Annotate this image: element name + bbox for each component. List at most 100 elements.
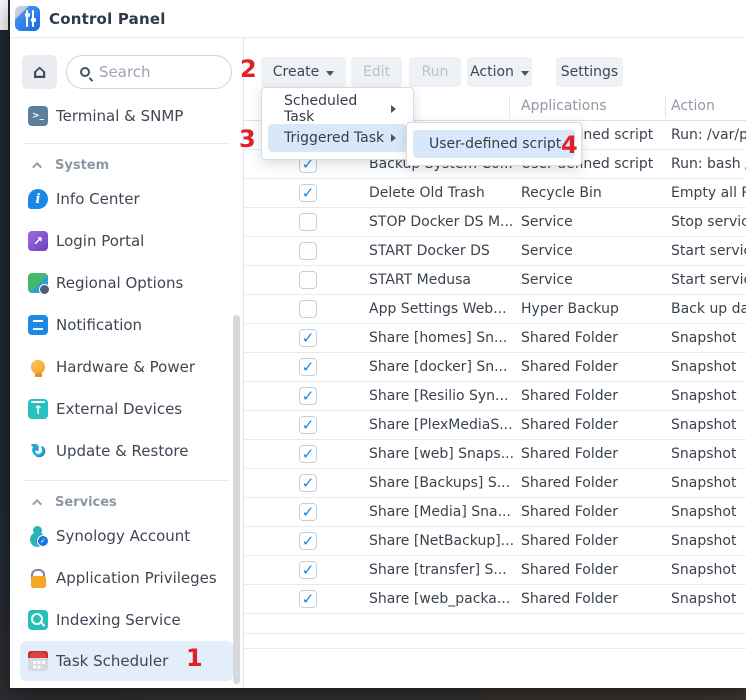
sidebar-scrollbar[interactable] [233, 315, 240, 684]
cell-application: Shared Folder [521, 562, 667, 578]
table-row[interactable]: Share [Backups] S...Shared FolderSnapsho… [244, 469, 746, 498]
section-header-services[interactable]: Services [10, 489, 243, 515]
sidebar-divider [24, 143, 229, 144]
cell-action: Snapshot [671, 591, 746, 607]
action-button[interactable]: Action [467, 57, 532, 87]
sidebar-item-label: Terminal & SNMP [56, 107, 183, 125]
checkbox-checked[interactable] [299, 387, 317, 405]
cell-action: Snapshot [671, 417, 746, 433]
home-button[interactable]: ⌂ [22, 55, 57, 89]
sidebar-item-login-portal[interactable]: Login Portal [10, 220, 239, 262]
table-row[interactable]: Share [web] Snaps...Shared FolderSnapsho… [244, 440, 746, 469]
column-header-action[interactable]: Action [671, 98, 715, 114]
cell-task-name: START Docker DS [369, 243, 519, 259]
cell-task-name: Share [docker] Sn... [369, 359, 519, 375]
chevron-up-icon [32, 161, 42, 171]
checkbox-unchecked[interactable] [299, 300, 317, 318]
menu-item-scheduled-task[interactable]: Scheduled Task [268, 95, 407, 123]
annotation-step-1: 1 [186, 646, 203, 670]
table-row[interactable]: Share [PlexMediaS...Shared FolderSnapsho… [244, 411, 746, 440]
sidebar-item-label: Indexing Service [56, 611, 181, 629]
table-row[interactable]: Share [NetBackup]...Shared FolderSnapsho… [244, 527, 746, 556]
cell-application: Shared Folder [521, 504, 667, 520]
cell-application: Service [521, 243, 667, 259]
table-row[interactable]: Share [Resilio Syn...Shared FolderSnapsh… [244, 382, 746, 411]
table-row[interactable]: Share [homes] Sn...Shared FolderSnapshot [244, 324, 746, 353]
cell-task-name: Share [web] Snaps... [369, 446, 519, 462]
checkbox-unchecked[interactable] [299, 271, 317, 289]
search-icon [80, 67, 90, 77]
cell-task-name: Share [Backups] S... [369, 475, 519, 491]
submenu-arrow-icon [391, 134, 396, 142]
table-row[interactable]: Share [transfer] S...Shared FolderSnapsh… [244, 556, 746, 585]
cell-application: Shared Folder [521, 533, 667, 549]
control-panel-icon [15, 6, 40, 31]
sidebar-item-terminal-snmp[interactable]: Terminal & SNMP [10, 97, 239, 135]
menu-item-label: Scheduled Task [284, 93, 391, 125]
checkbox-checked[interactable] [299, 503, 317, 521]
run-button[interactable]: Run [409, 57, 461, 87]
table-row[interactable]: START MedusaServiceStart servic [244, 266, 746, 295]
cell-application: Shared Folder [521, 591, 667, 607]
cell-task-name: Share [Resilio Syn... [369, 388, 519, 404]
cell-action: Start servic [671, 243, 746, 259]
cell-task-name: Share [web_packa... [369, 591, 519, 607]
sidebar-item-update-restore[interactable]: Update & Restore [10, 430, 239, 472]
sidebar-item-application-privileges[interactable]: Application Privileges [10, 557, 239, 599]
create-button[interactable]: Create [261, 57, 346, 87]
section-label: System [55, 158, 109, 173]
column-header-applications[interactable]: Applications [521, 98, 607, 114]
cell-application: Shared Folder [521, 475, 667, 491]
checkbox-checked[interactable] [299, 416, 317, 434]
task-scheduler-panel: CreateEditRun Action Settings Applications… [244, 38, 746, 688]
checkbox-unchecked[interactable] [299, 242, 317, 260]
checkbox-checked[interactable] [299, 590, 317, 608]
sidebar-item-indexing-service[interactable]: Indexing Service [10, 599, 239, 641]
checkbox-checked[interactable] [299, 474, 317, 492]
cell-action: Snapshot [671, 533, 746, 549]
table-row[interactable]: STOP Docker DS M...ServiceStop servic [244, 208, 746, 237]
cell-application: Shared Folder [521, 388, 667, 404]
table-row[interactable]: Share [web_packa...Shared FolderSnapshot [244, 585, 746, 614]
cell-task-name: Share [homes] Sn... [369, 330, 519, 346]
table-row[interactable]: Share [Media] Sna...Shared FolderSnapsho… [244, 498, 746, 527]
menu-item-user-defined-script[interactable]: User-defined script [413, 130, 575, 158]
checkbox-checked[interactable] [299, 358, 317, 376]
checkbox-checked[interactable] [299, 532, 317, 550]
checkbox-unchecked[interactable] [299, 213, 317, 231]
checkbox-checked[interactable] [299, 184, 317, 202]
control-panel-window: Control Panel ⌂ Search Terminal & SNMPSy… [10, 0, 746, 688]
update-restore-icon [28, 441, 48, 461]
create-dropdown-menu: Scheduled Task Triggered Task [261, 87, 414, 160]
table-row[interactable]: START Docker DSServiceStart servic [244, 237, 746, 266]
settings-button[interactable]: Settings [556, 57, 623, 87]
checkbox-checked[interactable] [299, 329, 317, 347]
cell-action: Run: /var/p [671, 127, 746, 143]
button-label: Action [470, 64, 514, 80]
sidebar-item-label: Synology Account [56, 527, 190, 545]
sidebar-item-regional-options[interactable]: Regional Options [10, 262, 239, 304]
sidebar-item-hardware-power[interactable]: Hardware & Power [10, 346, 239, 388]
sidebar-item-notification[interactable]: Notification [10, 304, 239, 346]
checkbox-checked[interactable] [299, 561, 317, 579]
annotation-step-2: 2 [240, 57, 257, 81]
sidebar-item-info-center[interactable]: Info Center [10, 178, 239, 220]
menu-item-triggered-task[interactable]: Triggered Task [268, 124, 407, 152]
table-row[interactable]: Delete Old TrashRecycle BinEmpty all R [244, 179, 746, 208]
table-row[interactable]: Share [docker] Sn...Shared FolderSnapsho… [244, 353, 746, 382]
section-header-system[interactable]: System [10, 152, 243, 178]
cell-task-name: Share [Media] Sna... [369, 504, 519, 520]
search-input[interactable]: Search [66, 55, 232, 89]
cell-action: Snapshot [671, 562, 746, 578]
annotation-step-4: 4 [561, 133, 578, 157]
edit-button[interactable]: Edit [351, 57, 402, 87]
sidebar-item-external-devices[interactable]: External Devices [10, 388, 239, 430]
terminal-icon [28, 106, 48, 126]
menu-item-label: Triggered Task [284, 130, 384, 146]
background-window-sliver [0, 0, 8, 30]
cell-task-name: Share [PlexMediaS... [369, 417, 519, 433]
table-row[interactable]: App Settings Web...Hyper BackupBack up d… [244, 295, 746, 324]
checkbox-checked[interactable] [299, 445, 317, 463]
external-devices-icon [28, 399, 48, 419]
sidebar-item-synology-account[interactable]: Synology Account [10, 515, 239, 557]
